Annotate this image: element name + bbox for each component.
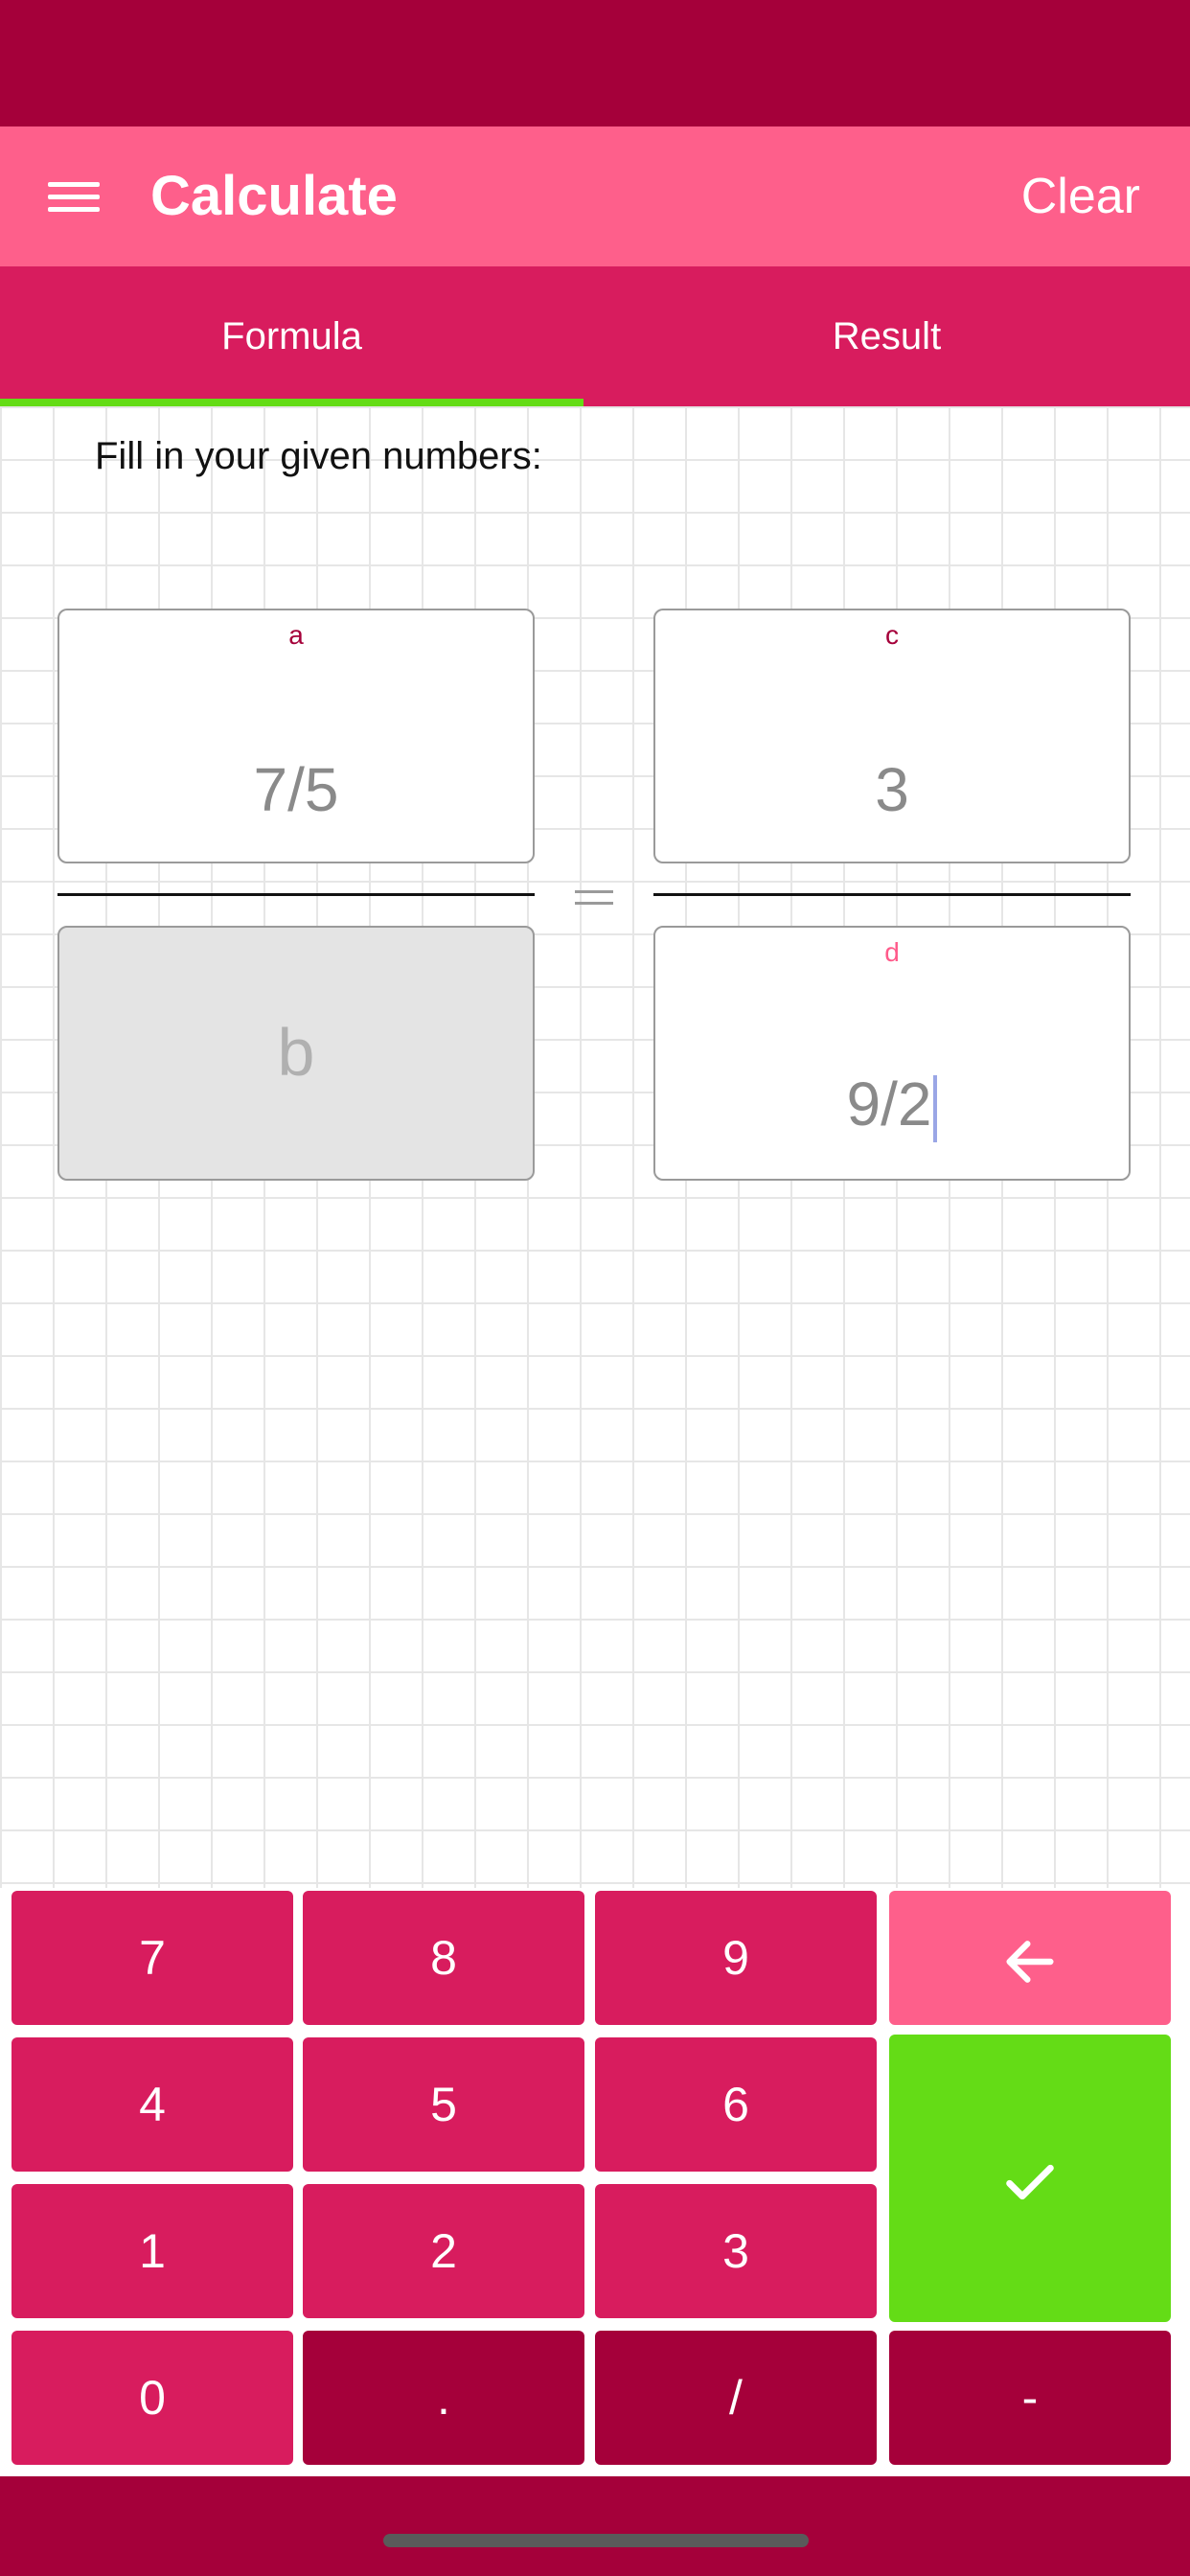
field-a-value: 7/5 bbox=[253, 755, 339, 824]
key-6[interactable]: 6 bbox=[595, 2037, 877, 2172]
menu-icon-line bbox=[48, 207, 100, 212]
tab-bar: Formula Result bbox=[0, 266, 1190, 406]
backspace-button[interactable] bbox=[889, 1891, 1171, 2025]
key-3[interactable]: 3 bbox=[595, 2184, 877, 2318]
menu-icon[interactable] bbox=[38, 165, 105, 228]
enter-button[interactable] bbox=[889, 2035, 1171, 2322]
field-c-label: c bbox=[885, 620, 899, 650]
formula-workspace: Fill in your given numbers: a 7/5 c 3 b … bbox=[0, 406, 1190, 1888]
key-dot[interactable]: . bbox=[303, 2331, 584, 2465]
tab-active-indicator bbox=[0, 399, 584, 406]
key-7[interactable]: 7 bbox=[11, 1891, 293, 2025]
key-slash[interactable]: / bbox=[595, 2331, 877, 2465]
page-title: Calculate bbox=[150, 165, 398, 227]
keypad: 7 8 9 4 5 6 1 2 3 0 . / - bbox=[0, 1888, 1190, 2472]
check-icon bbox=[1006, 2164, 1054, 2199]
fraction-line-left bbox=[57, 893, 535, 896]
text-cursor bbox=[933, 1075, 938, 1142]
menu-icon-line bbox=[48, 182, 100, 187]
app-bar: Calculate Clear bbox=[0, 126, 1190, 266]
key-0[interactable]: 0 bbox=[11, 2331, 293, 2465]
key-8[interactable]: 8 bbox=[303, 1891, 584, 2025]
field-d-label: d bbox=[884, 937, 900, 967]
instruction-text: Fill in your given numbers: bbox=[95, 435, 542, 477]
field-c-value: 3 bbox=[875, 755, 909, 824]
fraction-line-right bbox=[653, 893, 1131, 896]
field-a[interactable]: a 7/5 bbox=[57, 609, 535, 863]
field-a-label: a bbox=[288, 620, 304, 650]
key-5[interactable]: 5 bbox=[303, 2037, 584, 2172]
field-b-placeholder: b bbox=[277, 1015, 315, 1090]
equals-icon bbox=[575, 879, 615, 917]
key-minus[interactable]: - bbox=[889, 2331, 1171, 2465]
home-indicator[interactable] bbox=[383, 2534, 809, 2547]
key-2[interactable]: 2 bbox=[303, 2184, 584, 2318]
navigation-bar bbox=[0, 2476, 1190, 2576]
status-bar bbox=[0, 0, 1190, 126]
key-9[interactable]: 9 bbox=[595, 1891, 877, 2025]
field-d-value: 9/2 bbox=[846, 1069, 932, 1138]
tab-formula[interactable]: Formula bbox=[0, 266, 584, 406]
menu-icon-line bbox=[48, 195, 100, 199]
field-d[interactable]: d 9/2 bbox=[653, 926, 1131, 1181]
field-c[interactable]: c 3 bbox=[653, 609, 1131, 863]
clear-button[interactable]: Clear bbox=[1021, 165, 1140, 228]
tab-result[interactable]: Result bbox=[584, 266, 1190, 406]
arrow-left-icon bbox=[1006, 1940, 1054, 1983]
key-1[interactable]: 1 bbox=[11, 2184, 293, 2318]
field-d-value-wrap: 9/2 bbox=[655, 1069, 1129, 1142]
field-b[interactable]: b bbox=[57, 926, 535, 1181]
key-4[interactable]: 4 bbox=[11, 2037, 293, 2172]
